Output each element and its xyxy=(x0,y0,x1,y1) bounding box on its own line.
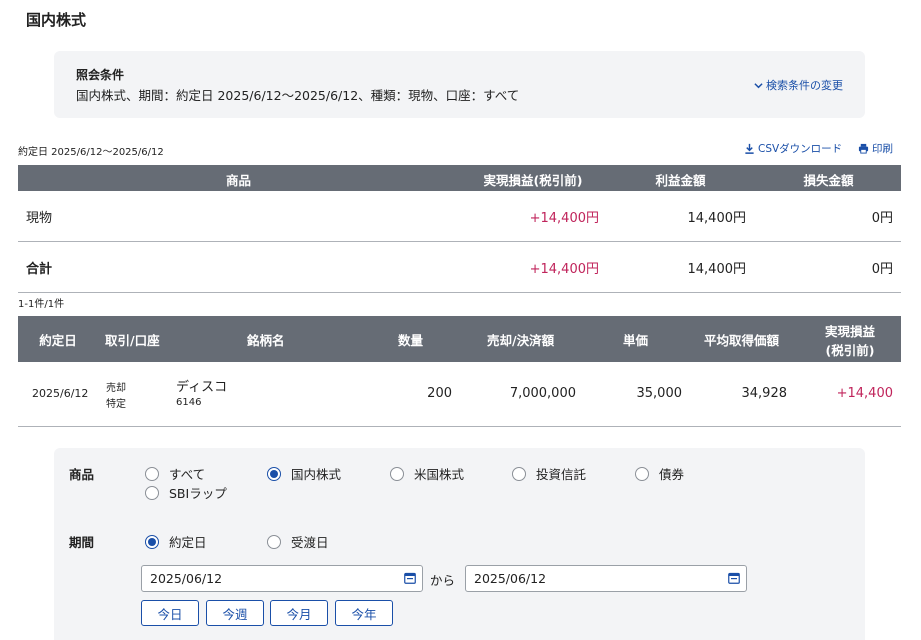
radio-indicator[interactable] xyxy=(635,466,649,481)
radio-label: 債券 xyxy=(659,467,685,482)
this-year-button[interactable]: 今年 xyxy=(335,600,393,626)
radio-label: 投資信託 xyxy=(536,467,587,482)
chevron-down-icon xyxy=(754,82,763,88)
total-loss: 0円 xyxy=(871,262,893,277)
radio-indicator[interactable] xyxy=(145,534,159,549)
col-realized: 実現損益(税引前) xyxy=(483,173,583,188)
total-profit: 14,400円 xyxy=(687,262,747,277)
radio-indicator[interactable] xyxy=(145,466,159,481)
radio-indicator[interactable] xyxy=(267,466,281,481)
radio-product-domestic-stock[interactable]: 国内株式 xyxy=(267,464,341,483)
today-button[interactable]: 今日 xyxy=(141,600,199,626)
col-trade-account: 取引/口座 xyxy=(105,333,160,348)
radio-indicator[interactable] xyxy=(145,485,159,500)
col-price: 単価 xyxy=(623,333,649,348)
col-realized-line1: 実現損益 xyxy=(824,324,875,339)
trade-table-header: 約定日 取引/口座 銘柄名 数量 売却/決済額 単価 平均取得価額 実現損益 (… xyxy=(18,316,901,362)
results-count: 1-1件/1件 xyxy=(18,299,65,310)
print-link[interactable]: 印刷 xyxy=(858,141,893,156)
table-row: 現物 +14,400円 14,400円 0円 xyxy=(18,191,901,242)
period-field-label: 期間 xyxy=(69,535,95,550)
col-realized-line2: (税引前) xyxy=(825,343,875,358)
row-profit: 14,400円 xyxy=(687,211,747,226)
trade-avg-cost: 34,928 xyxy=(741,386,788,401)
calendar-icon[interactable] xyxy=(728,572,740,584)
row-product: 現物 xyxy=(26,211,53,226)
row-realized: +14,400円 xyxy=(529,211,599,226)
change-link-label: 検索条件の変更 xyxy=(766,79,843,92)
date-range-label: 約定日 2025/6/12〜2025/6/12 xyxy=(18,147,164,158)
printer-icon xyxy=(858,143,869,154)
trade-date: 2025/6/12 xyxy=(32,387,89,400)
table-row: 2025/6/12 売却 特定 ディスコ 6146 200 7,000,000 … xyxy=(18,362,901,427)
page-title: 国内株式 xyxy=(26,11,87,29)
radio-product-us-stock[interactable]: 米国株式 xyxy=(390,464,464,483)
trade-price: 35,000 xyxy=(636,386,683,401)
total-realized: +14,400円 xyxy=(529,262,599,277)
col-quantity: 数量 xyxy=(398,333,424,348)
csv-download-link[interactable]: CSVダウンロード xyxy=(744,141,842,156)
radio-indicator[interactable] xyxy=(512,466,526,481)
col-amount: 売却/決済額 xyxy=(487,333,555,348)
total-row: 合計 +14,400円 14,400円 0円 xyxy=(18,242,901,293)
radio-label: 米国株式 xyxy=(414,467,465,482)
conditions-label: 照会条件 xyxy=(76,68,125,82)
from-date-value: 2025/06/12 xyxy=(150,571,223,586)
to-date-input[interactable]: 2025/06/12 xyxy=(465,565,747,592)
col-loss: 損失金額 xyxy=(803,173,854,188)
radio-indicator[interactable] xyxy=(390,466,404,481)
radio-product-bond[interactable]: 債券 xyxy=(635,464,684,483)
this-month-button[interactable]: 今月 xyxy=(270,600,328,626)
radio-label: SBIラップ xyxy=(169,486,227,501)
total-label: 合計 xyxy=(26,262,53,277)
radio-period-settlement-date[interactable]: 受渡日 xyxy=(267,532,329,551)
conditions-text: 国内株式、期間：約定日 2025/6/12〜2025/6/12、種類：現物、口座… xyxy=(76,88,520,103)
col-avg-cost: 平均取得価額 xyxy=(704,333,780,348)
col-name: 銘柄名 xyxy=(247,333,285,348)
radio-label: すべて xyxy=(169,467,206,482)
radio-label: 国内株式 xyxy=(291,467,342,482)
to-date-value: 2025/06/12 xyxy=(474,571,547,586)
trade-quantity: 200 xyxy=(427,386,452,401)
col-date: 約定日 xyxy=(39,333,77,348)
radio-indicator[interactable] xyxy=(267,534,281,549)
range-separator: から xyxy=(430,573,456,588)
print-label: 印刷 xyxy=(872,143,893,155)
row-loss: 0円 xyxy=(871,211,893,226)
radio-label: 受渡日 xyxy=(291,535,329,550)
col-product: 商品 xyxy=(225,173,251,188)
col-profit: 利益金額 xyxy=(655,173,706,188)
from-date-input[interactable]: 2025/06/12 xyxy=(141,565,423,592)
query-conditions-box: 照会条件 国内株式、期間：約定日 2025/6/12〜2025/6/12、種類：… xyxy=(54,51,865,118)
radio-product-mutual-fund[interactable]: 投資信託 xyxy=(512,464,586,483)
radio-label: 約定日 xyxy=(169,535,207,550)
trade-type: 売却 xyxy=(106,383,126,394)
search-form-panel: 商品 すべて 国内株式 米国株式 投資信託 債券 SBIラップ 期間 約定日 受… xyxy=(54,448,865,640)
this-week-button[interactable]: 今週 xyxy=(206,600,264,626)
summary-table-header: 商品 実現損益(税引前) 利益金額 損失金額 xyxy=(18,165,901,191)
security-name: ディスコ xyxy=(176,380,228,395)
security-code: 6146 xyxy=(176,397,202,408)
calendar-icon[interactable] xyxy=(404,572,416,584)
product-field-label: 商品 xyxy=(69,467,95,482)
trade-amount: 7,000,000 xyxy=(509,386,576,401)
radio-product-all[interactable]: すべて xyxy=(145,464,205,483)
trade-account: 特定 xyxy=(106,399,126,410)
radio-period-trade-date[interactable]: 約定日 xyxy=(145,532,207,551)
change-search-conditions-link[interactable]: 検索条件の変更 xyxy=(754,77,843,93)
download-icon xyxy=(745,143,754,154)
csv-download-label: CSVダウンロード xyxy=(758,143,843,155)
radio-product-sbi-wrap[interactable]: SBIラップ xyxy=(145,483,227,502)
trade-realized: +14,400 xyxy=(836,386,893,401)
